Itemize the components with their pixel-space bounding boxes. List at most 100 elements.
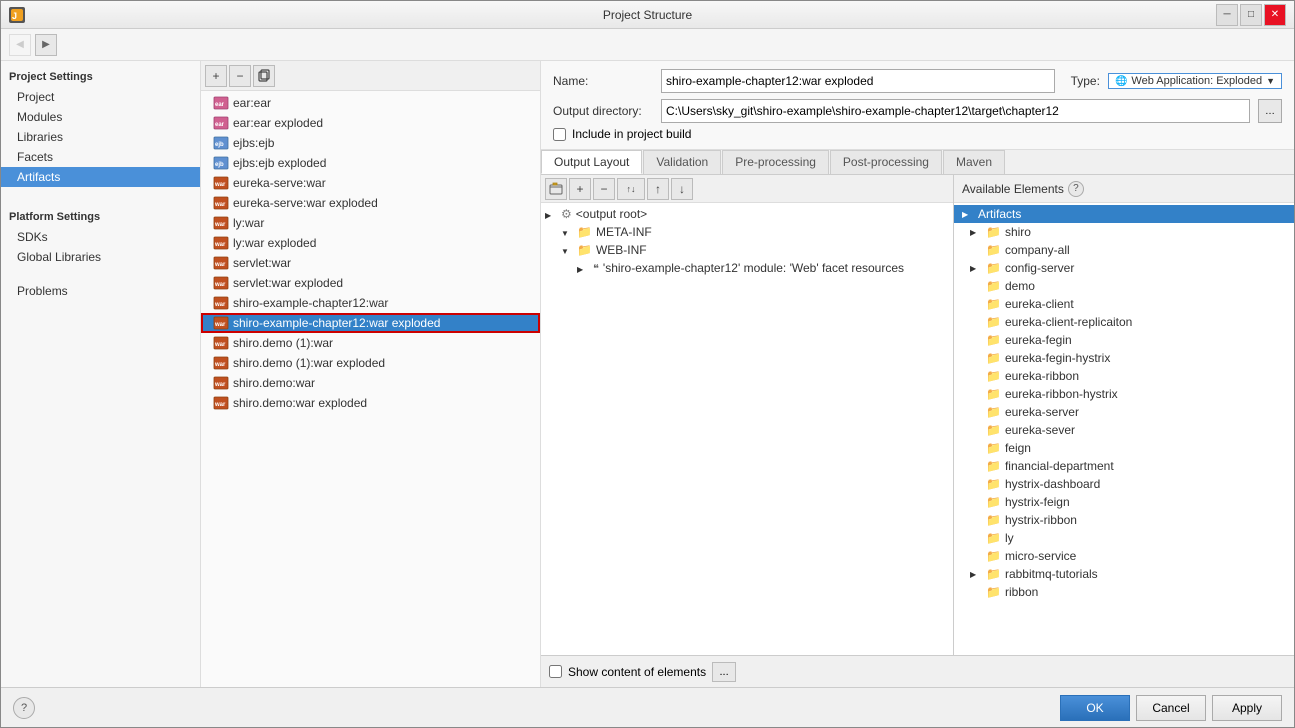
remove-artifact-button[interactable]: − bbox=[229, 65, 251, 87]
avail-demo[interactable]: ▶ 📁 demo bbox=[954, 277, 1294, 295]
avail-financial-department[interactable]: ▶ 📁 financial-department bbox=[954, 457, 1294, 475]
apply-button[interactable]: Apply bbox=[1212, 695, 1282, 721]
available-elements-panel: Available Elements ? ▶ Artifacts ▶ 📁 bbox=[954, 175, 1294, 655]
sidebar-item-problems[interactable]: Problems bbox=[1, 281, 200, 301]
artifact-servlet-war[interactable]: war servlet:war bbox=[201, 253, 540, 273]
avail-feign[interactable]: ▶ 📁 feign bbox=[954, 439, 1294, 457]
svg-text:war: war bbox=[214, 202, 226, 208]
sidebar-item-modules[interactable]: Modules bbox=[1, 107, 200, 127]
avail-ly[interactable]: ▶ 📁 ly bbox=[954, 529, 1294, 547]
sidebar: Project Settings Project Modules Librari… bbox=[1, 61, 201, 687]
folder-icon-13: 📁 bbox=[986, 405, 1001, 419]
avail-rabbitmq-tutorials[interactable]: ▶ 📁 rabbitmq-tutorials bbox=[954, 565, 1294, 583]
layout-add-button[interactable]: + bbox=[569, 178, 591, 200]
help-icon[interactable]: ? bbox=[1068, 181, 1084, 197]
artifact-ejbs-ejb-exploded[interactable]: ejb ejbs:ejb exploded bbox=[201, 153, 540, 173]
folder-icon-14: 📁 bbox=[986, 423, 1001, 437]
artifact-eureka-serve-war-exploded[interactable]: war eureka-serve:war exploded bbox=[201, 193, 540, 213]
artifact-ear-ear-exploded[interactable]: ear ear:ear exploded bbox=[201, 113, 540, 133]
artifact-ly-war-exploded[interactable]: war ly:war exploded bbox=[201, 233, 540, 253]
layout-up-button[interactable]: ↑ bbox=[647, 178, 669, 200]
include-in-build-checkbox[interactable] bbox=[553, 128, 566, 141]
folder-icon-8: 📁 bbox=[986, 315, 1001, 329]
minimize-button[interactable]: ─ bbox=[1216, 4, 1238, 26]
output-dir-input[interactable] bbox=[661, 99, 1250, 123]
back-button[interactable]: ◀ bbox=[9, 34, 31, 56]
sidebar-item-libraries[interactable]: Libraries bbox=[1, 127, 200, 147]
tab-output-layout[interactable]: Output Layout bbox=[541, 150, 642, 174]
folder-icon-18: 📁 bbox=[986, 495, 1001, 509]
sidebar-item-artifacts[interactable]: Artifacts bbox=[1, 167, 200, 187]
avail-eureka-server[interactable]: ▶ 📁 eureka-server bbox=[954, 403, 1294, 421]
artifact-label: servlet:war exploded bbox=[233, 276, 343, 290]
avail-eureka-client-replicaiton[interactable]: ▶ 📁 eureka-client-replicaiton bbox=[954, 313, 1294, 331]
artifact-shiro-demo-1-war-exploded[interactable]: war shiro.demo (1):war exploded bbox=[201, 353, 540, 373]
avail-hystrix-dashboard[interactable]: ▶ 📁 hystrix-dashboard bbox=[954, 475, 1294, 493]
layout-remove-button[interactable]: − bbox=[593, 178, 615, 200]
artifact-shiro-demo-war[interactable]: war shiro.demo:war bbox=[201, 373, 540, 393]
help-button[interactable]: ? bbox=[13, 697, 35, 719]
tree-output-root[interactable]: ⚙ <output root> bbox=[541, 205, 953, 223]
avail-ribbon[interactable]: ▶ 📁 ribbon bbox=[954, 583, 1294, 601]
available-elements-label: Available Elements bbox=[962, 182, 1064, 196]
artifact-label: shiro.demo:war bbox=[233, 376, 315, 390]
sidebar-item-facets[interactable]: Facets bbox=[1, 147, 200, 167]
avail-hystrix-feign[interactable]: ▶ 📁 hystrix-feign bbox=[954, 493, 1294, 511]
artifact-shiro-example-war-exploded[interactable]: war shiro-example-chapter12:war exploded bbox=[201, 313, 540, 333]
avail-shiro[interactable]: ▶ 📁 shiro bbox=[954, 223, 1294, 241]
svg-text:war: war bbox=[214, 402, 226, 408]
avail-eureka-ribbon-hystrix[interactable]: ▶ 📁 eureka-ribbon-hystrix bbox=[954, 385, 1294, 403]
tree-shiro-module[interactable]: ❝ 'shiro-example-chapter12' module: 'Web… bbox=[541, 259, 953, 277]
artifact-shiro-example-war[interactable]: war shiro-example-chapter12:war bbox=[201, 293, 540, 313]
show-content-checkbox[interactable] bbox=[549, 665, 562, 678]
shiro-expand-icon: ▶ bbox=[970, 228, 982, 237]
sidebar-item-global-libraries[interactable]: Global Libraries bbox=[1, 247, 200, 267]
type-selector[interactable]: 🌐 Web Application: Exploded ▼ bbox=[1108, 73, 1282, 89]
artifact-servlet-war-exploded[interactable]: war servlet:war exploded bbox=[201, 273, 540, 293]
artifact-eureka-serve-war[interactable]: war eureka-serve:war bbox=[201, 173, 540, 193]
layout-sort-button[interactable]: ↑↓ bbox=[617, 178, 645, 200]
name-input[interactable] bbox=[661, 69, 1055, 93]
maximize-button[interactable]: □ bbox=[1240, 4, 1262, 26]
avail-eureka-ribbon[interactable]: ▶ 📁 eureka-ribbon bbox=[954, 367, 1294, 385]
cancel-button[interactable]: Cancel bbox=[1136, 695, 1206, 721]
artifact-shiro-demo-1-war[interactable]: war shiro.demo (1):war bbox=[201, 333, 540, 353]
avail-eureka-fegin-hystrix[interactable]: ▶ 📁 eureka-fegin-hystrix bbox=[954, 349, 1294, 367]
sidebar-item-sdks[interactable]: SDKs bbox=[1, 227, 200, 247]
avail-eureka-client[interactable]: ▶ 📁 eureka-client bbox=[954, 295, 1294, 313]
forward-button[interactable]: ▶ bbox=[35, 34, 57, 56]
tab-maven[interactable]: Maven bbox=[943, 150, 1005, 174]
tab-post-processing[interactable]: Post-processing bbox=[830, 150, 942, 174]
avail-company-all[interactable]: ▶ 📁 company-all bbox=[954, 241, 1294, 259]
layout-down-button[interactable]: ↓ bbox=[671, 178, 693, 200]
browse-output-dir-button[interactable]: … bbox=[1258, 99, 1282, 123]
folder-icon-19: 📁 bbox=[986, 513, 1001, 527]
avail-eureka-fegin[interactable]: ▶ 📁 eureka-fegin bbox=[954, 331, 1294, 349]
folder-icon-10: 📁 bbox=[986, 351, 1001, 365]
avail-micro-service[interactable]: ▶ 📁 micro-service bbox=[954, 547, 1294, 565]
meta-inf-chevron bbox=[561, 225, 573, 239]
tab-pre-processing[interactable]: Pre-processing bbox=[722, 150, 829, 174]
tree-meta-inf[interactable]: 📁 META-INF bbox=[541, 223, 953, 241]
window-controls: ─ □ ✕ bbox=[1216, 4, 1286, 26]
artifact-ejbs-ejb[interactable]: ejb ejbs:ejb bbox=[201, 133, 540, 153]
show-content-options-button[interactable]: ... bbox=[712, 662, 736, 682]
avail-eureka-sever[interactable]: ▶ 📁 eureka-sever bbox=[954, 421, 1294, 439]
tab-validation[interactable]: Validation bbox=[643, 150, 721, 174]
sidebar-item-project[interactable]: Project bbox=[1, 87, 200, 107]
right-panel: Name: Type: 🌐 Web Application: Exploded … bbox=[541, 61, 1294, 687]
artifact-ear-ear[interactable]: ear ear:ear bbox=[201, 93, 540, 113]
avail-item-label: hystrix-ribbon bbox=[1005, 513, 1077, 527]
artifact-shiro-demo-war-exploded[interactable]: war shiro.demo:war exploded bbox=[201, 393, 540, 413]
folder-icon-5: 📁 bbox=[986, 261, 1001, 275]
copy-artifact-button[interactable] bbox=[253, 65, 275, 87]
close-button[interactable]: ✕ bbox=[1264, 4, 1286, 26]
avail-config-server[interactable]: ▶ 📁 config-server bbox=[954, 259, 1294, 277]
layout-dir-button[interactable] bbox=[545, 178, 567, 200]
avail-hystrix-ribbon[interactable]: ▶ 📁 hystrix-ribbon bbox=[954, 511, 1294, 529]
artifact-ly-war[interactable]: war ly:war bbox=[201, 213, 540, 233]
avail-artifacts-header[interactable]: ▶ Artifacts bbox=[954, 205, 1294, 223]
tree-web-inf[interactable]: 📁 WEB-INF bbox=[541, 241, 953, 259]
add-artifact-button[interactable]: + bbox=[205, 65, 227, 87]
ok-button[interactable]: OK bbox=[1060, 695, 1130, 721]
